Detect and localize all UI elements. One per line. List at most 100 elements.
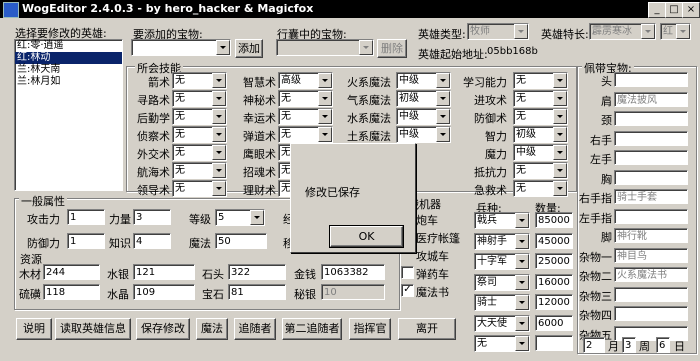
close-button[interactable]: × [682,2,700,18]
skill-level-combo[interactable]: 中级 [396,126,451,143]
maximize-button[interactable]: □ [665,2,683,18]
equipment-slot-field[interactable] [614,72,688,87]
troop-count-field[interactable]: 12000 [535,294,573,310]
skill-level-combo[interactable]: 无 [278,126,333,143]
magic-button[interactable]: 魔法 [196,318,228,340]
dialog-ok-button[interactable]: OK [329,225,404,248]
war-machine-checkbox[interactable] [401,266,414,279]
skill-level-combo[interactable]: 中级 [396,108,451,125]
secret-field[interactable]: 10 [321,284,385,300]
help-button[interactable]: 说明 [16,318,52,340]
load-hero-button[interactable]: 读取英雄信息 [55,318,131,340]
skill-label: 神秘术 [243,94,276,107]
follower-button[interactable]: 追随者 [234,318,276,340]
troop-count-field[interactable]: 6000 [535,314,573,331]
save-button[interactable]: 保存修改 [136,318,190,340]
skill-level-combo[interactable]: 无 [513,90,568,107]
day-field[interactable]: 6 [656,337,670,353]
hero-list-item[interactable]: 红:林动 [15,52,122,64]
equipment-slot-field[interactable]: 魔法披风 [614,91,688,107]
gold-field[interactable]: 1063382 [321,264,385,280]
skill-level-combo[interactable]: 无 [513,180,568,197]
hero-list-item[interactable]: 红:零·逍遥 [15,40,122,52]
skill-level-combo[interactable]: 无 [172,162,227,179]
skill-level-combo[interactable]: 无 [278,90,333,107]
troop-count-field[interactable]: 45000 [535,232,573,249]
hero-listbox[interactable]: 红:零·逍遥 红:林动 兰:林天南 兰:林月如 [14,39,123,191]
skill-level-combo[interactable]: 初级 [396,90,451,107]
hero-type-combo[interactable]: 牧师 [467,23,529,40]
mercury-field[interactable]: 121 [133,264,195,280]
wood-field[interactable]: 244 [43,264,100,280]
gems-field[interactable]: 81 [228,284,286,300]
equipment-slot-field[interactable] [614,169,688,185]
skill-level-combo[interactable]: 无 [513,108,568,125]
skill-level-combo[interactable]: 中级 [513,144,568,161]
week-field[interactable]: 3 [622,337,636,353]
equipment-slot-label: 颈 [601,114,612,127]
level-combo[interactable]: 5 [215,209,265,226]
skill-level-combo[interactable]: 无 [172,72,227,89]
skill-level-combo[interactable]: 无 [513,72,568,89]
equipment-slot-field[interactable] [614,208,688,224]
equipment-slot-field[interactable] [614,150,688,165]
commander-button[interactable]: 指挥官 [349,318,391,340]
skill-label: 智力 [485,130,507,143]
troop-count-field[interactable]: 16000 [535,273,573,290]
chevron-down-icon [436,91,450,106]
skill-level-combo[interactable]: 无 [513,162,568,179]
skill-level-combo[interactable]: 无 [172,180,227,197]
equipment-slot-label: 胸 [601,172,612,186]
troop-type-combo[interactable]: 祭司 [474,273,530,291]
mana-field[interactable]: 50 [215,233,267,249]
troop-count-field[interactable]: 25000 [535,253,573,269]
troop-type-combo[interactable]: 骑士 [474,294,530,311]
equipment-slot-field[interactable]: 神行靴 [614,228,688,243]
hero-list-item[interactable]: 兰:林天南 [15,64,122,76]
attack-field[interactable]: 1 [67,209,105,225]
hero-list-item[interactable]: 兰:林月如 [15,76,122,88]
skill-level-combo[interactable]: 中级 [396,72,451,89]
skill-level-combo[interactable]: 初级 [513,126,568,143]
add-item-button[interactable]: 添加 [235,39,263,58]
skill-level-combo[interactable]: 高级 [278,72,333,89]
troop-count-field[interactable]: 85000 [535,212,573,228]
skill-level-combo[interactable]: 无 [172,126,227,143]
skill-level-combo[interactable]: 无 [172,108,227,125]
power-field[interactable]: 3 [133,209,171,225]
skill-label: 进攻术 [474,94,507,107]
delete-item-button[interactable]: 删除 [377,39,407,58]
exit-button[interactable]: 离开 [398,318,456,340]
equipment-slot-field[interactable]: 神目鸟 [614,247,688,263]
month-field[interactable]: 2 [583,337,605,353]
troop-type-combo[interactable]: 无 [474,335,530,352]
ore-field[interactable]: 322 [228,264,286,280]
troop-type-combo[interactable]: 戟兵 [474,212,530,229]
skill-level-combo[interactable]: 无 [172,144,227,161]
backpack-combo[interactable] [276,39,374,56]
troop-type-combo[interactable]: 神射手 [474,232,530,250]
troop-count-field[interactable] [535,335,573,351]
crystal-field[interactable]: 109 [133,284,195,300]
skill-label: 航海术 [137,166,170,179]
knowledge-field[interactable]: 4 [133,233,171,249]
equipment-slot-field[interactable] [614,111,688,126]
war-machine-checkbox[interactable]: ✓ [401,284,414,297]
troop-type-combo[interactable]: 十字军 [474,253,530,270]
troop-type-combo[interactable]: 大天使 [474,314,530,332]
equipment-slot-field[interactable] [614,306,688,321]
equipment-slot-field[interactable] [614,130,688,146]
skill-level-combo[interactable]: 无 [172,90,227,107]
equipment-slot-field[interactable]: 骑士手套 [614,189,688,204]
second-follower-button[interactable]: 第二追随者 [282,318,342,340]
equipment-slot-field[interactable]: 火系魔法书 [614,267,688,282]
equipment-slot-field[interactable] [614,286,688,302]
hero-special-combo[interactable]: 霹雳寒冰 [589,23,656,40]
hero-color-combo[interactable]: 红 [660,23,691,40]
sulfur-field[interactable]: 118 [43,284,100,300]
minimize-button[interactable]: _ [648,2,666,18]
skill-level-combo[interactable]: 无 [278,108,333,125]
title-bar[interactable]: WogEditor 2.4.0.3 - by hero_hacker & Mag… [0,0,700,18]
defense-field[interactable]: 1 [67,233,105,249]
add-item-combo[interactable] [131,39,231,56]
